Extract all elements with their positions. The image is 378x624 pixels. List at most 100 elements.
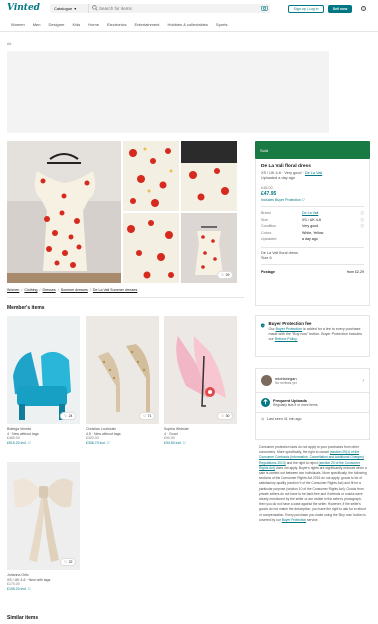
detail-value: a day ago <box>302 237 318 241</box>
frequent-uploads-text: Regularly lists 5 or more items. <box>273 402 319 407</box>
divider <box>0 31 378 32</box>
divider <box>261 246 364 247</box>
heart-icon: ♡ <box>220 414 225 418</box>
postage-value: from £2.29 <box>346 269 364 274</box>
detail-row: Uploaded a day ago <box>261 236 364 243</box>
buyer-protection-title: Buyer Protection fee <box>268 321 312 326</box>
search-input[interactable] <box>99 5 249 11</box>
breadcrumb-item[interactable]: Women <box>7 288 19 292</box>
item-price-incl: £515.20 incl. ⛉ <box>7 440 31 445</box>
item-photo[interactable]: ♡ 24 <box>7 316 80 424</box>
signup-login-button[interactable]: Sign up | Log in <box>288 4 324 13</box>
favourite-button[interactable]: ♡ 30 <box>217 412 233 420</box>
nav-item-sports[interactable]: Sports <box>216 22 228 27</box>
seller-profile-link[interactable]: michkeegan No reviews yet › <box>256 369 369 392</box>
postage-row: Postage from £2.29 <box>261 269 364 276</box>
ad-banner[interactable] <box>7 51 329 133</box>
photo-3[interactable] <box>181 141 237 211</box>
nav-item-women[interactable]: Women <box>11 22 25 27</box>
buyer-protection-link[interactable]: Buyer Protection <box>276 327 303 331</box>
includes-buyer-protection[interactable]: Includes Buyer Protection ⛉ <box>261 198 364 202</box>
frequent-uploads-icon <box>261 397 270 407</box>
dress-detail-image <box>123 213 179 283</box>
breadcrumb-item[interactable]: Summer dresses <box>61 288 88 292</box>
main-photo[interactable] <box>7 141 121 283</box>
price-incl-protection: £47.95 <box>261 190 277 197</box>
buyer-protection-card: Buyer Protection fee Our Buyer Protectio… <box>255 315 370 357</box>
nav-item-home[interactable]: Home <box>88 22 99 27</box>
breadcrumb: Women / Clothing / Dresses / Summer dresses / De… <box>7 288 137 292</box>
breadcrumb-separator: / <box>57 288 59 292</box>
heart-icon: ♡ <box>220 273 225 277</box>
nav-item-electronics[interactable]: Electronics <box>107 22 127 27</box>
shield-icon: ⛉ <box>301 197 305 202</box>
shield-icon: ⛉ <box>27 440 31 445</box>
item-price-incl: £94.50 incl. ⛉ <box>164 440 186 445</box>
member-item-card[interactable]: ♡ 22 Johanna Ortiz XS / UK 4-6 · New with t… <box>7 462 80 591</box>
favourite-count: 71 <box>147 414 152 418</box>
nav-item-designer[interactable]: Designer <box>49 22 65 27</box>
nav-item-hobbies-collectables[interactable]: Hobbies & collectables <box>167 22 207 27</box>
dress-detail-image <box>181 141 237 211</box>
price: £45.00 <box>261 185 273 190</box>
photo-2[interactable] <box>123 141 179 211</box>
last-seen: Last seen 41 min ago <box>267 417 302 421</box>
breadcrumb-separator: / <box>39 288 41 292</box>
photo-5[interactable]: ♡ 29 <box>181 213 237 283</box>
buyer-protection-service-link[interactable]: Buyer Protection <box>282 518 306 522</box>
favourite-button[interactable]: ♡ 71 <box>139 412 155 420</box>
sell-now-button[interactable]: Sell now <box>328 4 352 13</box>
similar-items-title: Similar items <box>7 615 39 621</box>
favourite-count: 30 <box>225 414 230 418</box>
help-icon[interactable]: ? <box>361 6 366 11</box>
sold-banner: Sold <box>255 141 370 159</box>
seller-reviews: No reviews yet <box>275 381 297 385</box>
heart-icon: ♡ <box>63 560 68 564</box>
nav-item-men[interactable]: Men <box>33 22 41 27</box>
photo-4[interactable] <box>123 213 179 283</box>
favourite-count: 22 <box>68 560 73 564</box>
description-size: Size 6 <box>261 256 272 260</box>
chevron-down-icon: ▾ <box>74 6 77 11</box>
favourite-button[interactable]: ♡ 24 <box>60 412 76 420</box>
heart-icon: ♡ <box>142 414 147 418</box>
item-price-incl: £195.20 incl. ⛉ <box>7 586 31 591</box>
description-title: De La Vali floral dress <box>261 251 298 255</box>
item-image <box>7 462 80 570</box>
nav-item-entertainment[interactable]: Entertainment <box>135 22 160 27</box>
members-items-title: Member's items <box>7 305 45 311</box>
item-image <box>7 316 80 424</box>
nav-item-kids[interactable]: Kids <box>73 22 81 27</box>
favourite-button[interactable]: ♡ 29 <box>217 271 233 279</box>
heart-icon: ♡ <box>63 414 68 418</box>
info-icon[interactable] <box>360 236 364 243</box>
refund-policy-link[interactable]: Refund Policy. <box>275 337 298 341</box>
shield-icon: ⛉ <box>182 440 186 445</box>
item-price-incl: £336.70 incl. ⛉ <box>86 440 110 445</box>
item-photo[interactable]: ♡ 22 <box>7 462 80 570</box>
member-item-card[interactable]: ♡ 24 Bottega Veneta 4 · New without tags £48… <box>7 316 80 445</box>
vinted-logo[interactable]: Vinted <box>7 3 40 13</box>
member-item-card[interactable]: ♡ 71 Christian Louboutin 4.5 · New without … <box>86 316 159 445</box>
dress-image <box>7 141 121 283</box>
category-nav: Women Men Designer Kids Home Electronics Enter… <box>11 22 227 27</box>
seller-card: michkeegan No reviews yet › Frequent Upl… <box>255 368 370 440</box>
detail-key: Uploaded <box>261 237 277 241</box>
listing-subtitle: XS / UK 4-6 · Very good · De La Vali <box>261 171 323 175</box>
clock-icon: ◷ <box>261 417 265 421</box>
catalogue-dropdown[interactable]: Catalogue ▾ <box>51 4 89 13</box>
favourite-button[interactable]: ♡ 22 <box>60 558 76 566</box>
item-photo[interactable]: ♡ 30 <box>164 316 237 424</box>
item-photo[interactable]: ♡ 71 <box>86 316 159 424</box>
item-image <box>164 316 237 424</box>
brand-link[interactable]: De La Vali <box>305 171 322 175</box>
breadcrumb-item[interactable]: Clothing <box>24 288 37 292</box>
member-item-card[interactable]: ♡ 30 Sophia Webster 4 · Good £90.00 £94.50 in… <box>164 316 237 445</box>
breadcrumb-item[interactable]: De La Vali Summer dresses <box>93 288 137 292</box>
shield-icon <box>261 323 265 328</box>
camera-icon[interactable] <box>261 5 268 11</box>
breadcrumb-item[interactable]: Dresses <box>43 288 56 292</box>
divider <box>7 297 244 298</box>
dress-detail-image <box>123 141 179 211</box>
favourite-count: 24 <box>68 414 73 418</box>
